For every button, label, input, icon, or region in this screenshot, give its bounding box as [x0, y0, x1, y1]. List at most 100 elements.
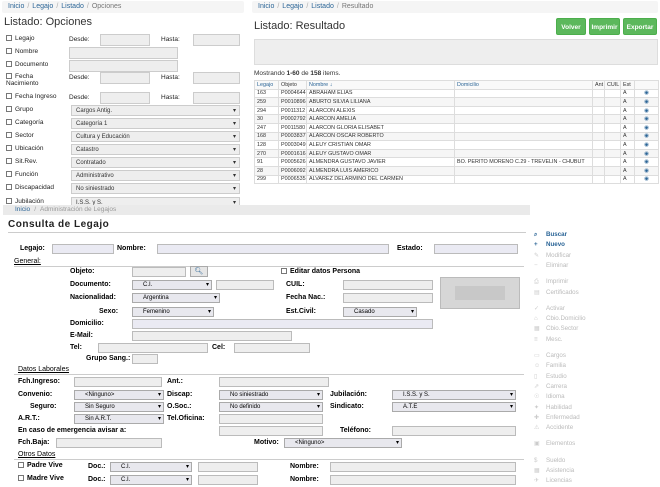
- view-icon[interactable]: ◉: [634, 140, 659, 150]
- option-row-label[interactable]: Documento: [6, 61, 64, 68]
- padre-nombre-input[interactable]: [330, 462, 516, 472]
- checkbox[interactable]: [6, 106, 12, 113]
- side-menu-item-certificados[interactable]: ▤ Certificados: [534, 289, 579, 297]
- side-menu-item-licencias[interactable]: ✈ Licencias: [534, 477, 572, 485]
- side-menu-item-sueldo[interactable]: $ Sueldo: [534, 457, 565, 465]
- table-row[interactable]: 28 P0006092 ALMENDRA LUIS AMERICO A ◉: [254, 165, 659, 176]
- checkbox[interactable]: [6, 73, 12, 80]
- checkbox[interactable]: [6, 48, 12, 55]
- madre-nombre-input[interactable]: [330, 475, 516, 485]
- option-select[interactable]: Catastro: [71, 144, 240, 155]
- side-menu-item-imprimir[interactable]: ⎙ Imprimir: [534, 278, 568, 286]
- table-row[interactable]: 299 P0006535 ALVAREZ DELARMINO DEL CARMEN A…: [254, 174, 659, 185]
- view-icon[interactable]: ◉: [634, 105, 659, 116]
- print-button[interactable]: Imprimir: [589, 18, 620, 35]
- option-select[interactable]: Administrativo: [71, 170, 240, 181]
- checkbox[interactable]: [6, 35, 12, 42]
- padre-doc-select[interactable]: C.I.: [110, 462, 192, 472]
- documento-input[interactable]: [216, 280, 274, 290]
- checkbox[interactable]: [6, 184, 12, 191]
- option-row-label[interactable]: Jubilación: [6, 198, 64, 205]
- view-icon[interactable]: ◉: [634, 88, 659, 99]
- breadcrumb-inicio[interactable]: Inicio: [258, 3, 274, 10]
- madre-doc-input[interactable]: [198, 475, 258, 485]
- fchingreso-input[interactable]: [74, 377, 162, 387]
- table-row[interactable]: 270 P0001616 ALEUY GUSTAVO OMAR A ◉: [254, 148, 659, 159]
- text-input[interactable]: [69, 60, 178, 72]
- table-row[interactable]: 91 P0005626 ALMENDRA GUSTAVO JAVIER BO. PER…: [254, 157, 659, 167]
- nombre-input[interactable]: [157, 244, 389, 254]
- side-menu-item-enfermedad[interactable]: ✚ Enfermedad: [534, 414, 580, 422]
- cel-input[interactable]: [234, 343, 310, 353]
- checkbox[interactable]: [6, 93, 12, 100]
- option-row-label[interactable]: Fecha Nacimiento: [6, 73, 64, 87]
- emergencia-input[interactable]: [219, 426, 323, 436]
- breadcrumb-inicio[interactable]: Inicio: [15, 206, 30, 213]
- from-input[interactable]: [100, 72, 150, 84]
- side-menu-item-cargos[interactable]: ▭ Cargos: [534, 352, 566, 360]
- breadcrumb-inicio[interactable]: Inicio: [8, 3, 24, 10]
- option-row-label[interactable]: Discapacidad: [6, 184, 64, 191]
- side-menu-item-familia[interactable]: ☺ Familia: [534, 362, 566, 370]
- side-menu-item-activar[interactable]: ✓ Activar: [534, 305, 565, 313]
- convenio-select[interactable]: <Ninguno>: [74, 390, 164, 400]
- discap-select[interactable]: No siniestrado: [219, 390, 323, 400]
- view-icon[interactable]: ◉: [634, 97, 659, 107]
- legajo-input[interactable]: [52, 244, 114, 254]
- gruposang-input[interactable]: [132, 354, 158, 364]
- option-row-label[interactable]: Nombre: [6, 48, 64, 55]
- option-select[interactable]: Contratado: [71, 157, 240, 168]
- side-menu-item-cbio-domicilio[interactable]: ⌂ Cbio.Domicilio: [534, 315, 586, 323]
- col-nombre[interactable]: Nombre ↓: [306, 80, 455, 90]
- estado-input[interactable]: [434, 244, 518, 254]
- side-menu-item-nuevo[interactable]: + Nuevo: [534, 241, 565, 249]
- option-row-label[interactable]: Categoría: [6, 119, 64, 126]
- option-row-label[interactable]: Fecha Ingreso: [6, 93, 64, 100]
- padre-vive-checkbox[interactable]: Padre Vive: [18, 462, 63, 469]
- sindicato-select[interactable]: A.T.E: [392, 402, 516, 412]
- madre-vive-checkbox[interactable]: Madre Vive: [18, 475, 64, 482]
- view-icon[interactable]: ◉: [634, 165, 659, 176]
- telefono-input[interactable]: [392, 426, 516, 436]
- side-menu-item-cbio-sector[interactable]: ▦ Cbio.Sector: [534, 325, 578, 333]
- estcivil-select[interactable]: Casado: [343, 307, 417, 317]
- checkbox[interactable]: [6, 158, 12, 165]
- checkbox[interactable]: [18, 462, 24, 469]
- fechnac-input[interactable]: [343, 293, 433, 303]
- editar-persona-checkbox[interactable]: Editar datos Persona: [281, 268, 360, 275]
- side-menu-item-habilidad[interactable]: ✦ Habilidad: [534, 404, 572, 412]
- view-icon[interactable]: ◉: [634, 122, 659, 133]
- nacionalidad-select[interactable]: Argentina: [132, 293, 220, 303]
- col-legajo[interactable]: Legajo: [254, 80, 279, 90]
- view-icon[interactable]: ◉: [634, 174, 659, 185]
- documento-type-select[interactable]: C.I.: [132, 280, 212, 290]
- back-button[interactable]: Volver: [556, 18, 586, 35]
- breadcrumb-listado[interactable]: Listado: [311, 3, 334, 10]
- from-input[interactable]: [100, 92, 150, 104]
- breadcrumb-legajo[interactable]: Legajo: [282, 3, 303, 10]
- table-row[interactable]: 168 P0003837 ALARCON OSCAR ROBERTO A ◉: [254, 131, 659, 142]
- side-menu-item-modificar[interactable]: ✎ Modificar: [534, 252, 571, 260]
- table-row[interactable]: 294 P0011312 ALARCON ALEXIS A ◉: [254, 105, 659, 116]
- side-menu-item-accidente[interactable]: ⚠ Accidente: [534, 424, 573, 432]
- checkbox[interactable]: [6, 145, 12, 152]
- option-row-label[interactable]: Función: [6, 171, 64, 178]
- view-icon[interactable]: ◉: [634, 131, 659, 142]
- from-input[interactable]: [100, 34, 150, 46]
- side-menu-item-mesc-[interactable]: ≡ Mesc.: [534, 336, 563, 344]
- objeto-input[interactable]: [132, 267, 186, 277]
- checkbox[interactable]: [6, 132, 12, 139]
- col-domicilio[interactable]: Domicilio: [454, 80, 593, 90]
- cuil-input[interactable]: [343, 280, 433, 290]
- export-button[interactable]: Exportar: [623, 18, 657, 35]
- option-select[interactable]: Cargos Antig.: [71, 105, 240, 116]
- side-menu-item-eliminar[interactable]: − Eliminar: [534, 262, 568, 270]
- side-menu-item-carrera[interactable]: ⇗ Carrera: [534, 383, 567, 391]
- side-menu-item-asistencia[interactable]: ▦ Asistencia: [534, 467, 574, 475]
- table-row[interactable]: 128 P0003049 ALEUY CRISTIAN OMAR A ◉: [254, 140, 659, 150]
- checkbox[interactable]: [6, 61, 12, 68]
- jubilacion-select[interactable]: I.S.S. y S.: [392, 390, 516, 400]
- domicilio-input[interactable]: [132, 319, 433, 329]
- option-select[interactable]: Cultura y Educación: [71, 131, 240, 142]
- table-row[interactable]: 259 P0010896 ABURTO SILVIA LILIANA A ◉: [254, 97, 659, 107]
